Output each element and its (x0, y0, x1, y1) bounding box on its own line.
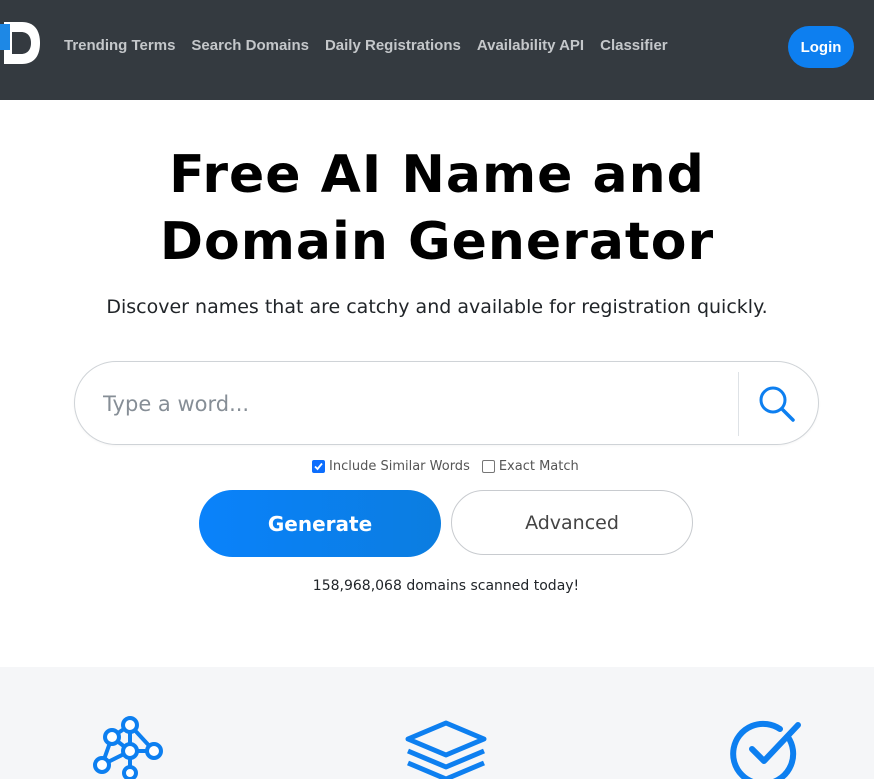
search-bar (74, 361, 819, 445)
search-button[interactable] (751, 378, 803, 430)
checkmark-icon (314, 462, 323, 471)
include-similar-words-label: Include Similar Words (329, 459, 470, 474)
nav-link-search-domains[interactable]: Search Domains (191, 37, 309, 54)
layers-icon (405, 720, 487, 779)
login-button[interactable]: Login (788, 26, 854, 68)
exact-match-checkbox[interactable] (481, 460, 495, 473)
page-title-line-1: Free AI Name and (169, 145, 705, 205)
search-divider (738, 372, 739, 436)
nav-link-trending-terms[interactable]: Trending Terms (64, 37, 175, 54)
nav-links: Trending Terms Search Domains Daily Regi… (64, 37, 668, 54)
navbar: Trending Terms Search Domains Daily Regi… (0, 0, 874, 100)
search-input[interactable] (103, 384, 723, 424)
include-similar-words-checkbox[interactable] (312, 460, 325, 473)
nav-link-classifier[interactable]: Classifier (600, 37, 668, 54)
search-options: Include Similar Words Exact Match (312, 459, 591, 474)
page-title: Free AI Name and Domain Generator (0, 142, 874, 276)
page-subtitle: Discover names that are catchy and avail… (106, 296, 768, 318)
nav-link-daily-registrations[interactable]: Daily Registrations (325, 37, 461, 54)
network-icon (93, 716, 163, 779)
check-circle-icon (730, 720, 801, 779)
exact-match-option[interactable]: Exact Match (481, 459, 579, 474)
domains-scanned-count: 158,968,068 domains scanned today! (312, 578, 580, 594)
features-section (0, 667, 874, 779)
logo-icon[interactable] (0, 20, 42, 66)
search-icon (759, 386, 795, 422)
generate-button[interactable]: Generate (199, 490, 441, 557)
nav-link-availability-api[interactable]: Availability API (477, 37, 584, 54)
page-title-line-2: Domain Generator (159, 212, 715, 272)
include-similar-words-option[interactable]: Include Similar Words (312, 459, 470, 474)
advanced-button[interactable]: Advanced (451, 490, 693, 555)
exact-match-label: Exact Match (498, 459, 579, 474)
